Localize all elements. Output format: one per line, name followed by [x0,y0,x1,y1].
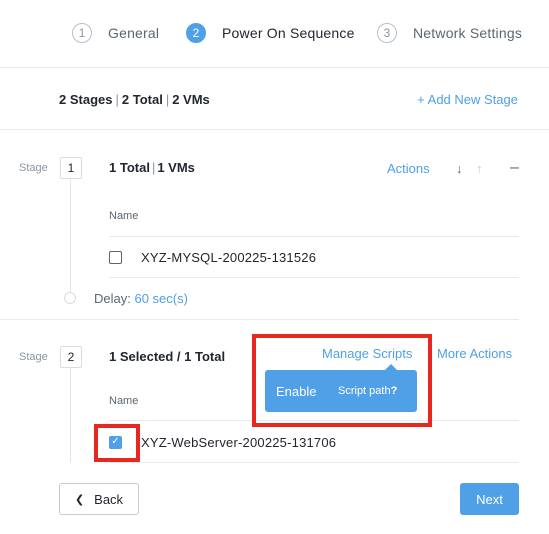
stage-number-badge: 2 [60,346,82,368]
more-actions-link[interactable]: More Actions [437,346,512,361]
delay-value-link[interactable]: 60 sec(s) [134,291,187,306]
highlight-box-checkbox [94,424,140,462]
stage1-total: 1 Total [109,160,150,175]
collapse-icon[interactable]: – [510,159,519,177]
stage1-delay: Delay: 60 sec(s) [94,291,188,306]
step-number: 2 [186,23,206,43]
summary-text: 2 Stages | 2 Total | 2 VMs [59,92,210,107]
stage1-connector-line [70,178,71,298]
step-general[interactable]: 1 General [72,22,159,44]
vm-name: XYZ-MYSQL-200225-131526 [141,250,317,265]
stage-label: Stage [19,162,48,174]
stage1-column-name: Name [109,210,139,222]
divider [109,462,519,463]
step-label: Power On Sequence [222,25,355,41]
stage-count: 2 Stages [59,92,113,107]
stage2-connector-line [70,368,71,463]
stage-label: Stage [19,351,48,363]
stage1-title: 1 Total | 1 VMs [109,160,195,175]
delay-label: Delay: [94,291,131,306]
divider [109,277,519,278]
stage-number-badge: 1 [60,157,82,179]
wizard-steps: 1 General 2 Power On Sequence 3 Network … [0,0,549,68]
step-label: Network Settings [413,25,523,41]
next-button[interactable]: Next [460,483,519,515]
next-label: Next [476,491,503,507]
stage1-actions-link[interactable]: Actions [387,161,430,176]
step-label: General [108,25,160,41]
vm-count: 2 VMs [172,92,210,107]
step-network-settings[interactable]: 3 Network Settings [377,22,522,44]
stage-divider [0,319,519,320]
move-up-icon[interactable]: ↑ [476,161,483,176]
back-label: Back [94,491,124,507]
stage2-selection-count: 1 Selected / 1 Total [109,349,226,364]
highlight-box-manage-scripts [252,334,432,427]
divider [109,236,519,237]
back-button[interactable]: ❮ Back [59,483,139,515]
move-down-icon[interactable]: ↓ [456,161,463,176]
stage2-column-name: Name [109,395,139,407]
total-count: 2 Total [121,92,163,107]
add-new-stage-link[interactable]: + Add New Stage [417,92,518,107]
stage1-vms: 1 VMs [157,160,195,175]
chevron-left-icon: ❮ [74,493,85,506]
step-number: 1 [72,23,92,43]
clock-icon [64,292,76,304]
vm-checkbox[interactable] [109,251,122,264]
step-number: 3 [377,23,397,43]
vm-name: XYZ-WebServer-200225-131706 [141,435,337,450]
step-power-on-sequence[interactable]: 2 Power On Sequence [186,22,355,44]
sequence-summary: 2 Stages | 2 Total | 2 VMs + Add New Stage [0,68,549,130]
